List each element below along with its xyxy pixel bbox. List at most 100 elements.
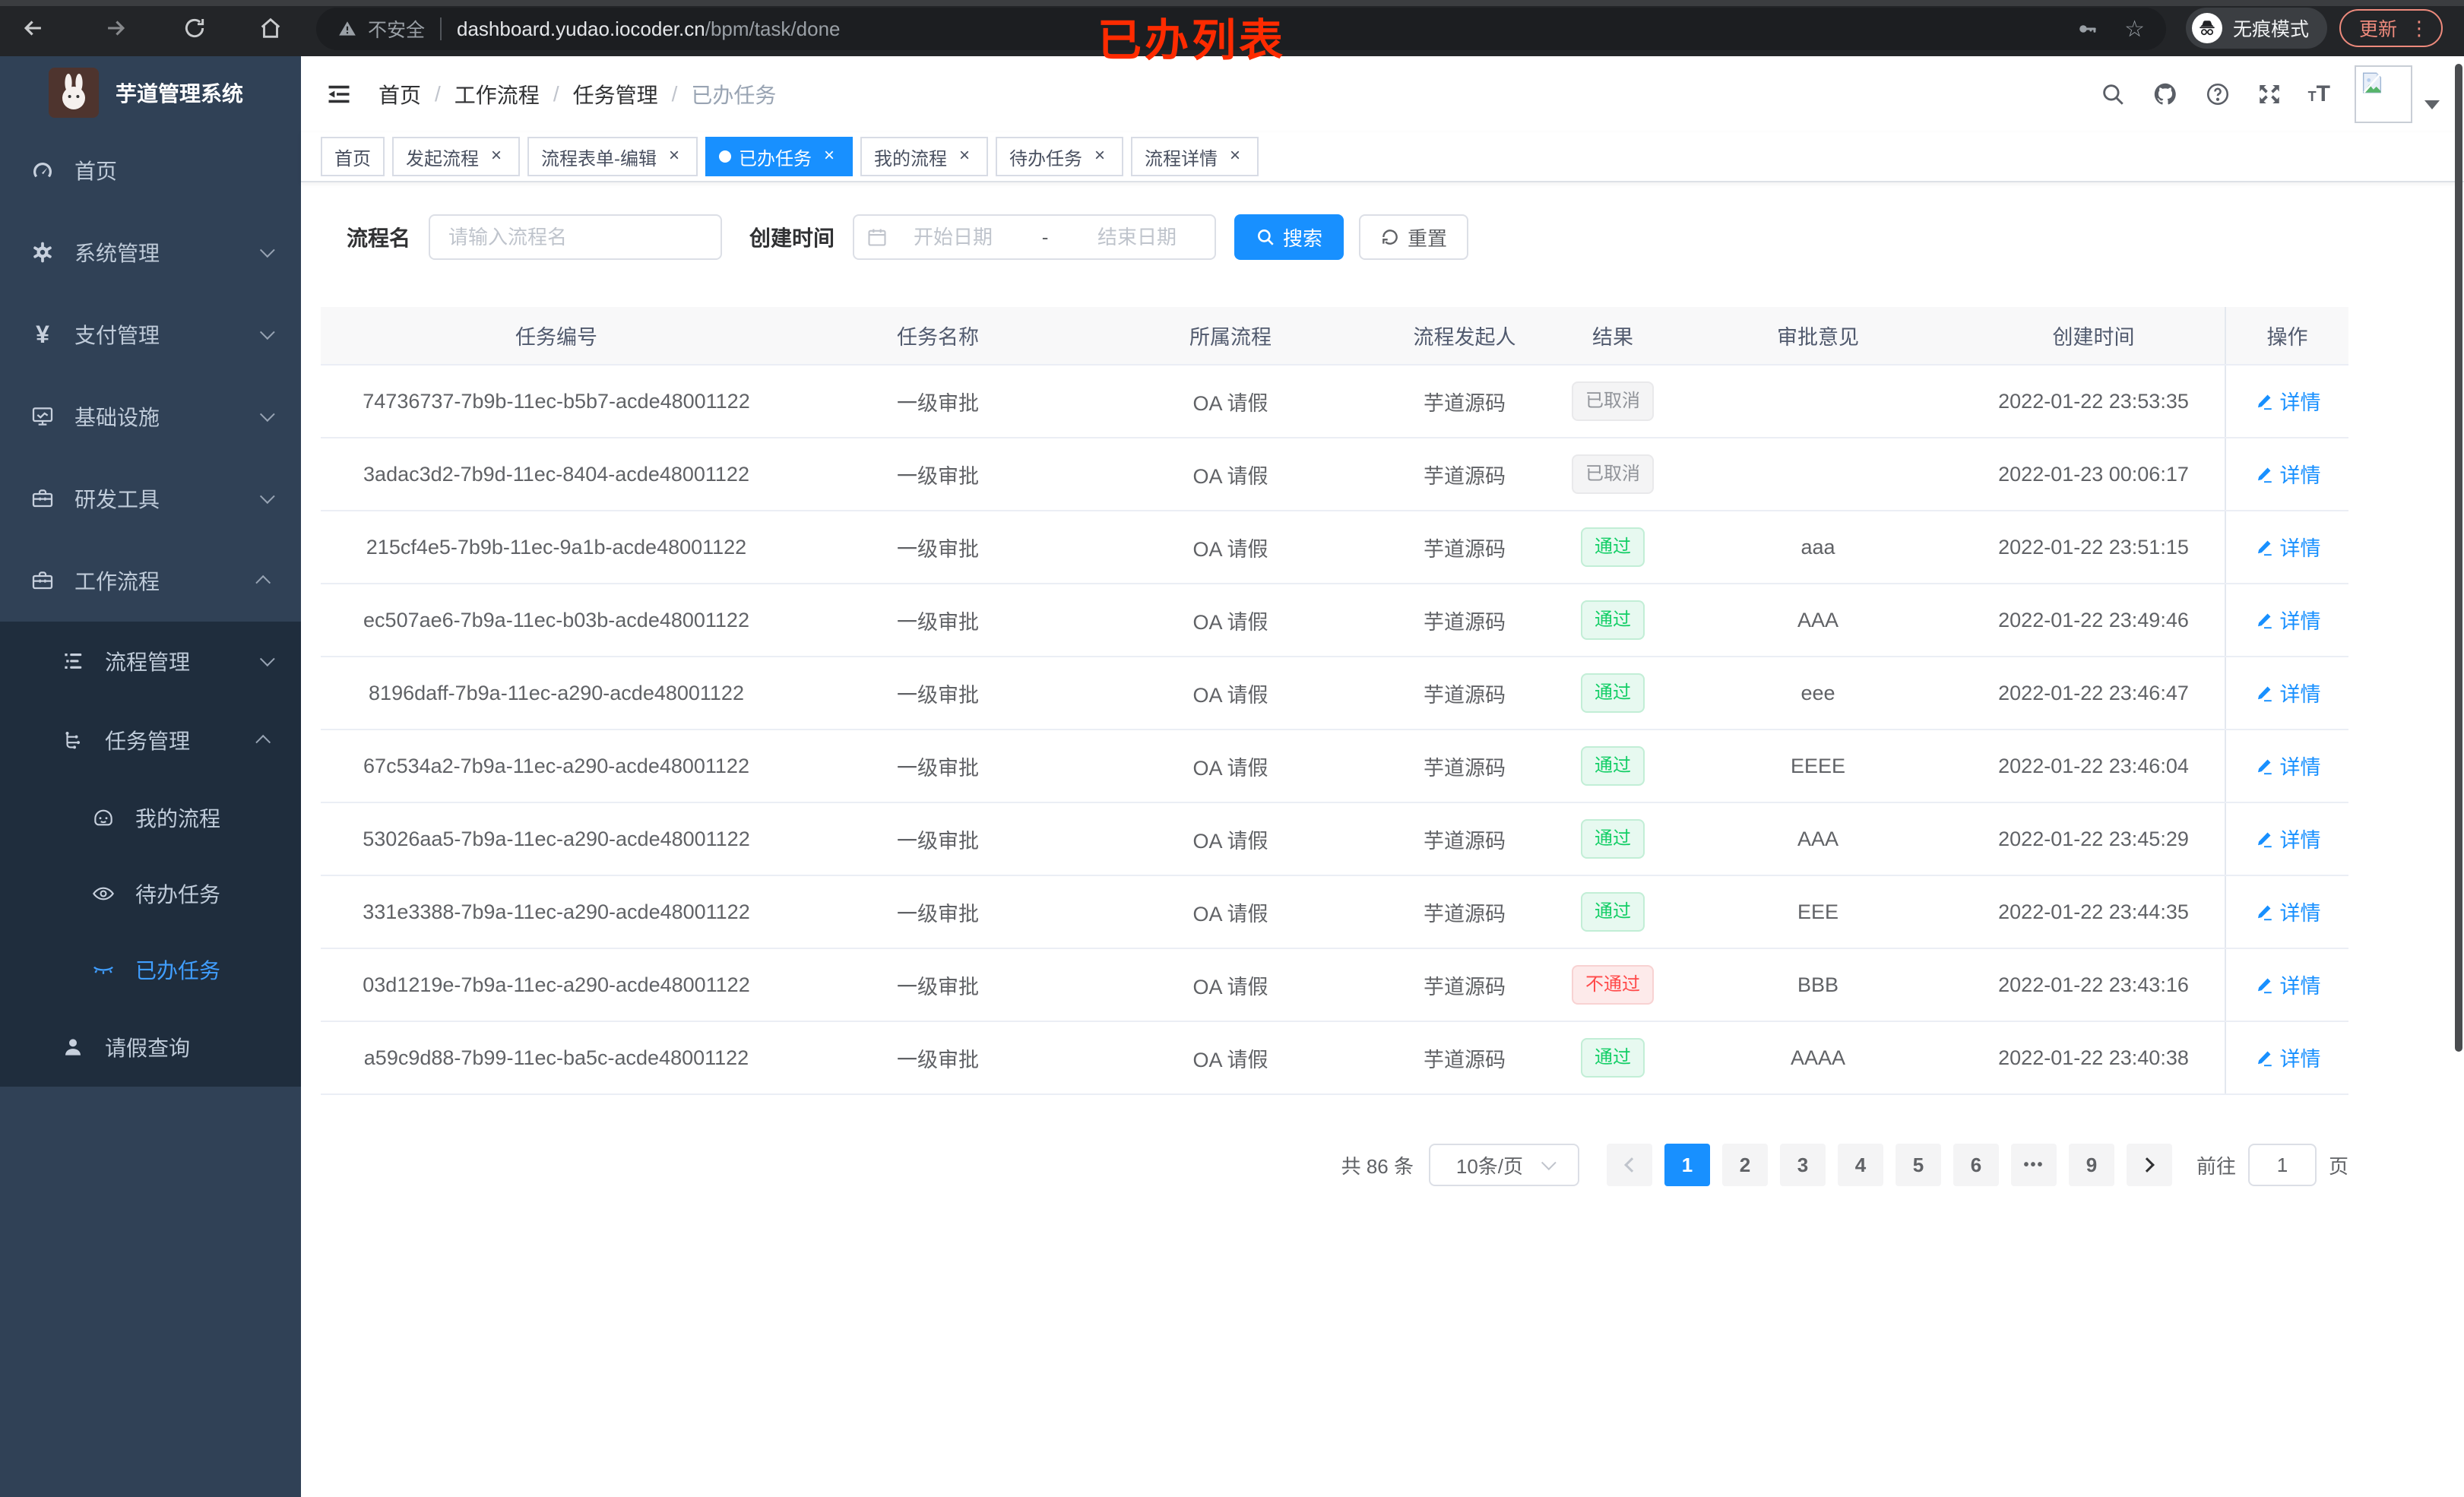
- prev-page-button[interactable]: [1606, 1144, 1652, 1186]
- page-button-3[interactable]: 3: [1779, 1144, 1826, 1186]
- breadcrumb-home[interactable]: 首页: [378, 79, 421, 109]
- active-tab-dot: [719, 150, 731, 163]
- refresh-icon: [1382, 229, 1398, 245]
- browser-chrome: 不安全 dashboard.yudao.iocoder.cn/bpm/task/…: [0, 0, 2464, 65]
- page-button-4[interactable]: 4: [1837, 1144, 1883, 1186]
- help-question-icon[interactable]: [2205, 81, 2231, 107]
- task-starter: 芋道源码: [1377, 584, 1552, 657]
- close-icon[interactable]: ×: [486, 147, 506, 166]
- reset-button[interactable]: 重置: [1359, 214, 1469, 260]
- detail-link[interactable]: 详情: [2254, 459, 2321, 489]
- breadcrumb-workflow[interactable]: 工作流程: [454, 79, 540, 109]
- next-page-button[interactable]: [2126, 1144, 2172, 1186]
- tab-process-detail[interactable]: 流程详情 ×: [1131, 137, 1259, 176]
- sidebar-item-todo-tasks[interactable]: 待办任务: [0, 856, 301, 932]
- browser-update-button[interactable]: 更新 ⋮: [2339, 9, 2443, 47]
- task-time: 2022-01-22 23:43:16: [1962, 948, 2225, 1022]
- page-button-6[interactable]: 6: [1953, 1144, 1999, 1186]
- page-scrollbar[interactable]: [2455, 64, 2462, 1052]
- fullscreen-icon[interactable]: [2257, 81, 2282, 107]
- sidebar-item-leave-query[interactable]: 请假查询: [0, 1008, 301, 1087]
- edit-pen-icon: [2257, 832, 2272, 847]
- sidebar-collapse-button[interactable]: [325, 81, 353, 108]
- tab-home[interactable]: 首页: [321, 137, 385, 176]
- sidebar-item-infra[interactable]: 基础设施: [0, 375, 301, 457]
- page-button-2[interactable]: 2: [1721, 1144, 1768, 1186]
- breadcrumb-task-mgmt[interactable]: 任务管理: [573, 79, 658, 109]
- close-icon[interactable]: ×: [955, 147, 974, 166]
- goto-page-input[interactable]: [2247, 1144, 2317, 1186]
- sidebar-item-task-mgmt[interactable]: 任务管理: [0, 701, 301, 780]
- tab-done-tasks[interactable]: 已办任务 ×: [705, 137, 853, 176]
- app-title: 芋道管理系统: [116, 82, 244, 106]
- table-row: 74736737-7b9b-11ec-b5b7-acde48001122 一级审…: [321, 365, 2348, 438]
- chevron-up-icon: [255, 574, 271, 590]
- search-button[interactable]: 搜索: [1234, 214, 1344, 260]
- sidebar-item-label: 已办任务: [135, 959, 221, 983]
- detail-link[interactable]: 详情: [2254, 824, 2321, 853]
- sidebar-item-system[interactable]: 系统管理: [0, 211, 301, 293]
- browser-back-button[interactable]: [12, 7, 55, 49]
- header-search-icon[interactable]: [2100, 81, 2126, 107]
- incognito-icon: [2191, 13, 2222, 43]
- password-key-icon[interactable]: [2076, 17, 2100, 41]
- task-name: 一级审批: [792, 438, 1084, 511]
- start-date-input[interactable]: [888, 225, 1019, 249]
- sidebar-item-home[interactable]: 首页: [0, 129, 301, 211]
- sidebar-item-done-tasks[interactable]: 已办任务: [0, 932, 301, 1008]
- page-button-1[interactable]: 1: [1664, 1144, 1710, 1186]
- sidebar-item-my-process[interactable]: 我的流程: [0, 780, 301, 856]
- sidebar-item-label: 我的流程: [135, 807, 221, 831]
- chevron-down-icon: [259, 407, 275, 423]
- detail-link[interactable]: 详情: [2254, 605, 2321, 635]
- browser-forward-button[interactable]: [94, 7, 137, 49]
- detail-link[interactable]: 详情: [2254, 386, 2321, 416]
- page-size-select[interactable]: 10条/页: [1428, 1144, 1579, 1186]
- tab-start-process[interactable]: 发起流程 ×: [392, 137, 520, 176]
- detail-link[interactable]: 详情: [2254, 897, 2321, 926]
- detail-link[interactable]: 详情: [2254, 532, 2321, 562]
- close-icon[interactable]: ×: [819, 147, 839, 166]
- close-icon[interactable]: ×: [664, 147, 684, 166]
- tab-todo-tasks[interactable]: 待办任务 ×: [996, 137, 1123, 176]
- github-icon[interactable]: [2152, 81, 2179, 108]
- tab-form-edit[interactable]: 流程表单-编辑 ×: [527, 137, 698, 176]
- end-date-input[interactable]: [1072, 225, 1203, 249]
- browser-reload-button[interactable]: [173, 7, 216, 49]
- sidebar-item-workflow[interactable]: 工作流程: [0, 540, 301, 622]
- col-task-name: 任务名称: [792, 307, 1084, 366]
- task-comment: eee: [1674, 657, 1962, 730]
- tab-my-process[interactable]: 我的流程 ×: [860, 137, 988, 176]
- status-badge: 已取消: [1572, 454, 1654, 494]
- status-badge: 已取消: [1572, 381, 1654, 421]
- browser-menu-icon[interactable]: ⋮: [2409, 17, 2429, 40]
- avatar[interactable]: [2355, 65, 2412, 123]
- sidebar-item-process-mgmt[interactable]: 流程管理: [0, 622, 301, 701]
- bookmark-star-icon[interactable]: ☆: [2124, 16, 2145, 43]
- chevron-down-icon: [259, 324, 275, 340]
- browser-home-button[interactable]: [249, 7, 292, 49]
- detail-link[interactable]: 详情: [2254, 678, 2321, 707]
- page-button-9[interactable]: 9: [2068, 1144, 2114, 1186]
- more-pages-button[interactable]: •••: [2010, 1144, 2057, 1186]
- page-button-5[interactable]: 5: [1895, 1144, 1941, 1186]
- tree-branch-icon: [61, 728, 85, 752]
- detail-link[interactable]: 详情: [2254, 970, 2321, 999]
- avatar-caret-icon[interactable]: [2424, 100, 2440, 109]
- date-range-picker[interactable]: -: [853, 214, 1217, 260]
- total-count: 共 86 条: [1341, 1154, 1414, 1178]
- sidebar-logo[interactable]: 芋道管理系统: [0, 56, 301, 129]
- sidebar-item-devtools[interactable]: 研发工具: [0, 457, 301, 540]
- detail-link[interactable]: 详情: [2254, 1043, 2321, 1072]
- process-name-input[interactable]: [429, 214, 723, 260]
- sidebar-item-label: 请假查询: [105, 1037, 191, 1060]
- font-size-icon[interactable]: TT: [2308, 81, 2330, 107]
- close-icon[interactable]: ×: [1225, 147, 1245, 166]
- close-icon[interactable]: ×: [1090, 147, 1110, 166]
- table-row: 331e3388-7b9a-11ec-a290-acde48001122 一级审…: [321, 875, 2348, 949]
- task-time: 2022-01-22 23:51:15: [1962, 511, 2225, 584]
- detail-link[interactable]: 详情: [2254, 751, 2321, 780]
- sidebar-item-payment[interactable]: ¥ 支付管理: [0, 293, 301, 375]
- sidebar-item-label: 待办任务: [135, 883, 221, 907]
- table-row: 3adac3d2-7b9d-11ec-8404-acde48001122 一级审…: [321, 438, 2348, 511]
